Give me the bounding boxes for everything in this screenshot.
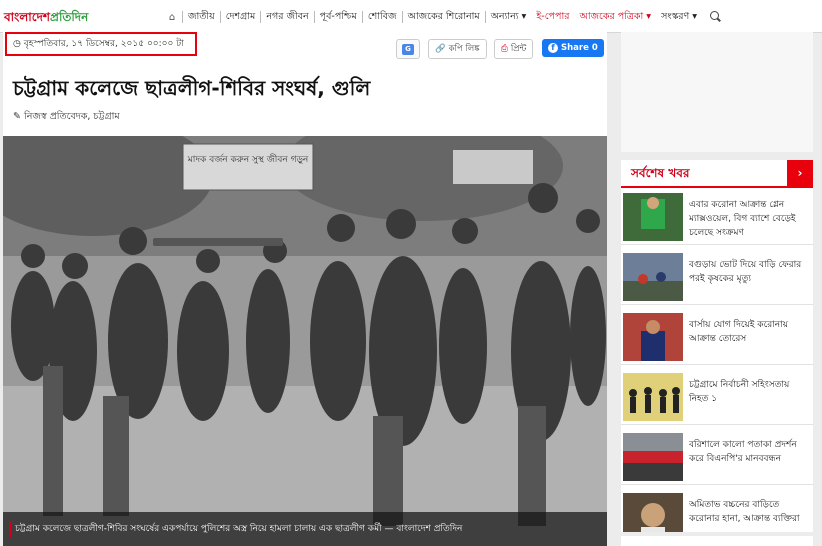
nav-item-epaper[interactable]: ই-পেপার	[531, 11, 574, 23]
latest-news-widget: সর্বশেষ খবর › এবার করোনা আক্রান্ত গ্লেন …	[621, 160, 813, 532]
latest-news-item[interactable]: এবার করোনা আক্রান্ত গ্লেন ম্যাক্সওয়েল, …	[621, 190, 813, 245]
news-thumbnail	[623, 313, 683, 361]
chevron-right-icon[interactable]: ›	[787, 160, 813, 186]
article-panel: ◷ বৃহস্পতিবার, ১৭ ডিসেম্বর, ২০১৫ ০০:০০ ট…	[3, 32, 607, 546]
article-photo[interactable]: মাদক বর্জন করুন সুস্থ জীবন গড়ুন চট্টগ্র…	[3, 136, 607, 546]
top-navbar: বাংলাদেশপ্রতিদিন ⌂ জাতীয় দেশগ্রাম নগর জ…	[0, 0, 822, 33]
sidebar-bottom-strip	[621, 536, 813, 546]
news-thumbnail	[623, 193, 683, 241]
nav-item-todays-headlines[interactable]: আজকের শিরোনাম	[401, 11, 485, 23]
article-headline: চট্টগ্রাম কলেজে ছাত্রলীগ-শিবির সংঘর্ষ, গ…	[13, 76, 371, 100]
sidebar-ad-space	[621, 32, 813, 152]
news-thumbnail	[623, 433, 683, 481]
latest-news-header: সর্বশেষ খবর ›	[621, 160, 813, 188]
news-thumbnail	[623, 253, 683, 301]
nav-item-country[interactable]: দেশগ্রাম	[219, 11, 261, 23]
news-thumbnail	[623, 493, 683, 532]
article-date: ◷ বৃহস্পতিবার, ১৭ ডিসেম্বর, ২০১৫ ০০:০০ ট…	[5, 32, 197, 56]
news-thumbnail	[623, 373, 683, 421]
article-byline: ✎ নিজস্ব প্রতিবেদক, চট্টগ্রাম	[13, 111, 120, 122]
google-news-icon: G	[402, 43, 414, 55]
print-icon: ⎙	[501, 44, 508, 54]
latest-news-item[interactable]: বার্সায় যোগ দিয়েই করোনায় আক্রান্ত তোর…	[621, 310, 813, 365]
link-icon: 🔗	[435, 44, 446, 54]
latest-news-item[interactable]: অমিতাভ বচ্চনের বাড়িতে করোনার হানা, আক্র…	[621, 490, 813, 532]
search-icon[interactable]	[708, 10, 726, 24]
nav-item-national[interactable]: জাতীয়	[182, 11, 220, 23]
facebook-icon: f	[548, 43, 558, 53]
latest-news-item[interactable]: বগুড়ায় ভোট দিয়ে বাড়ি ফেরার পরই কৃষকে…	[621, 250, 813, 305]
photo-banner-text: মাদক বর্জন করুন সুস্থ জীবন গড়ুন	[187, 153, 309, 165]
home-icon[interactable]: ⌂	[162, 12, 182, 23]
nav-item-others[interactable]: অন্যান্য ▾	[484, 11, 532, 23]
clash-photo-illustration: মাদক বর্জন করুন সুস্থ জীবন গড়ুন	[3, 136, 607, 546]
nav-item-todays-paper[interactable]: আজকের পত্রিকা ▾	[574, 11, 656, 23]
print-button[interactable]: ⎙ প্রিন্ট	[494, 39, 534, 59]
latest-news-item[interactable]: চট্টগ্রামে নির্বাচনী সহিংসতায় নিহত ১	[621, 370, 813, 425]
clock-icon: ◷	[13, 39, 21, 49]
nav-item-east-west[interactable]: পূর্ব-পশ্চিম	[313, 11, 362, 23]
main-nav: ⌂ জাতীয় দেশগ্রাম নগর জীবন পূর্ব-পশ্চিম …	[162, 7, 726, 27]
photo-caption: চট্টগ্রাম কলেজে ছাত্রলীগ-শিবির সংঘর্ষের …	[3, 512, 607, 546]
google-news-button[interactable]: G	[396, 39, 420, 59]
site-logo[interactable]: বাংলাদেশপ্রতিদিন	[4, 9, 88, 29]
latest-news-item[interactable]: বরিশালে কালো পতাকা প্রদর্শন করে বিএনপি'র…	[621, 430, 813, 485]
nav-item-edition[interactable]: সংস্করণ ▾	[656, 11, 702, 23]
facebook-share-button[interactable]: f Share 0	[542, 39, 604, 57]
nav-item-city-life[interactable]: নগর জীবন	[260, 11, 313, 23]
edit-icon: ✎	[13, 111, 21, 122]
copy-link-button[interactable]: 🔗 কপি লিঙ্ক	[428, 39, 487, 59]
nav-item-showbiz[interactable]: শোবিজ	[361, 11, 402, 23]
